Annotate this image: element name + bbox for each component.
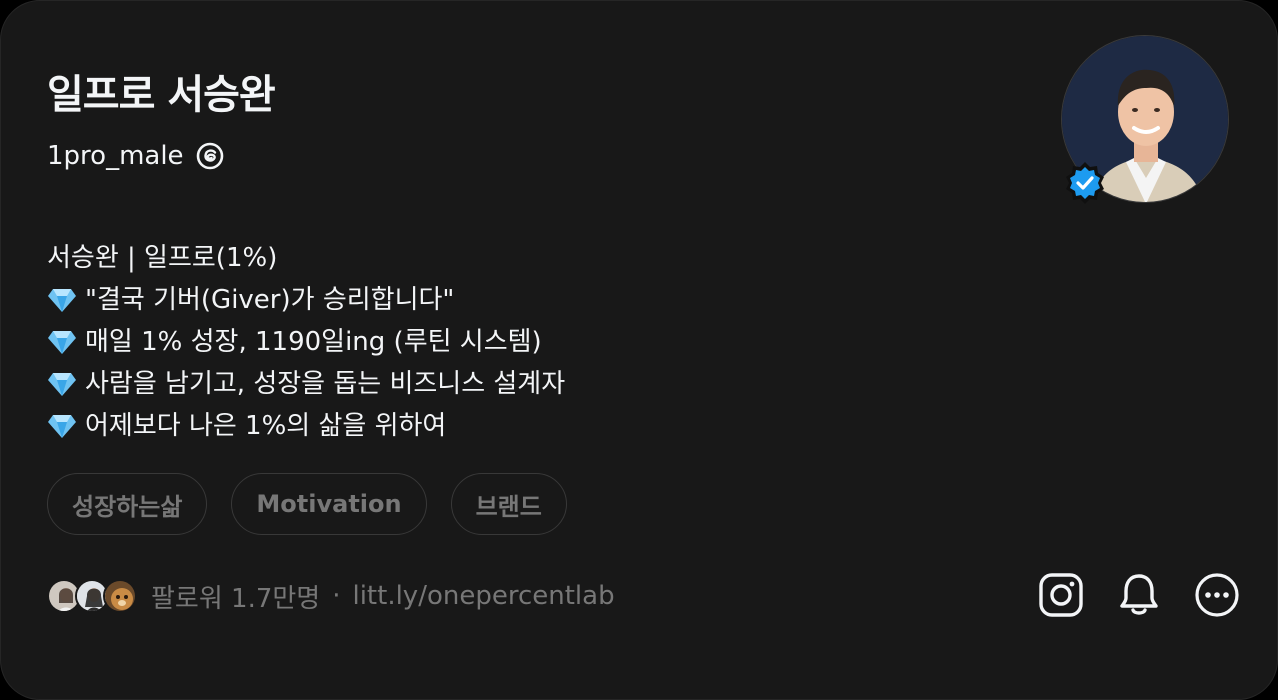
verified-badge-icon (1063, 161, 1107, 205)
handle-row: 1pro_male (47, 137, 226, 175)
tag-list: 성장하는삶 Motivation 브랜드 (47, 473, 567, 535)
bio-text: "결국 기버(Giver)가 승리합니다" (85, 285, 455, 315)
more-button[interactable] (1191, 569, 1243, 621)
gem-icon (48, 289, 76, 312)
instagram-icon (1039, 573, 1083, 617)
separator: · (332, 581, 341, 611)
bell-icon (1120, 574, 1158, 615)
bio-text: 서승완 | 일프로(1%) (47, 243, 278, 273)
profile-bio: 서승완 | 일프로(1%) "결국 기버(Giver)가 승리합니다" 매일 1… (47, 237, 947, 447)
bio-text: 매일 1% 성장, 1190일ing (루틴 시스템) (85, 327, 542, 357)
bio-line: 사람을 남기고, 성장을 돕는 비즈니스 설계자 (47, 363, 947, 405)
gem-icon (48, 331, 76, 354)
instagram-button[interactable] (1035, 569, 1087, 621)
bio-text: 사람을 남기고, 성장을 돕는 비즈니스 설계자 (85, 369, 566, 399)
profile-actions (1035, 569, 1243, 621)
threads-icon[interactable] (194, 140, 226, 172)
bio-line: 서승완 | 일프로(1%) (47, 237, 947, 279)
profile-handle[interactable]: 1pro_male (47, 137, 184, 175)
tag-chip[interactable]: 성장하는삶 (47, 473, 208, 535)
profile-link[interactable]: litt.ly/onepercentlab (352, 581, 614, 611)
profile-avatar[interactable] (1061, 35, 1229, 205)
bio-line: 어제보다 나은 1%의 삶을 위하여 (47, 405, 947, 447)
bio-line: "결국 기버(Giver)가 승리합니다" (47, 279, 947, 321)
bio-line: 매일 1% 성장, 1190일ing (루틴 시스템) (47, 321, 947, 363)
profile-card: 일프로 서승완 1pro_male 서승완 | 일프로(1%) "결국 기버(G… (0, 0, 1278, 700)
follower-avatars[interactable] (47, 579, 137, 613)
tag-chip[interactable]: Motivation (231, 473, 427, 535)
notification-button[interactable] (1113, 569, 1165, 621)
gem-icon (48, 415, 76, 438)
tag-chip[interactable]: 브랜드 (450, 473, 567, 535)
more-icon (1195, 573, 1239, 617)
follower-avatar (103, 579, 137, 613)
profile-name: 일프로 서승완 (47, 72, 276, 118)
profile-footer: 팔로워 1.7만명 · litt.ly/onepercentlab (47, 575, 615, 617)
gem-icon (48, 373, 76, 396)
bio-text: 어제보다 나은 1%의 삶을 위하여 (85, 411, 447, 441)
follower-count[interactable]: 팔로워 1.7만명 (151, 578, 320, 615)
